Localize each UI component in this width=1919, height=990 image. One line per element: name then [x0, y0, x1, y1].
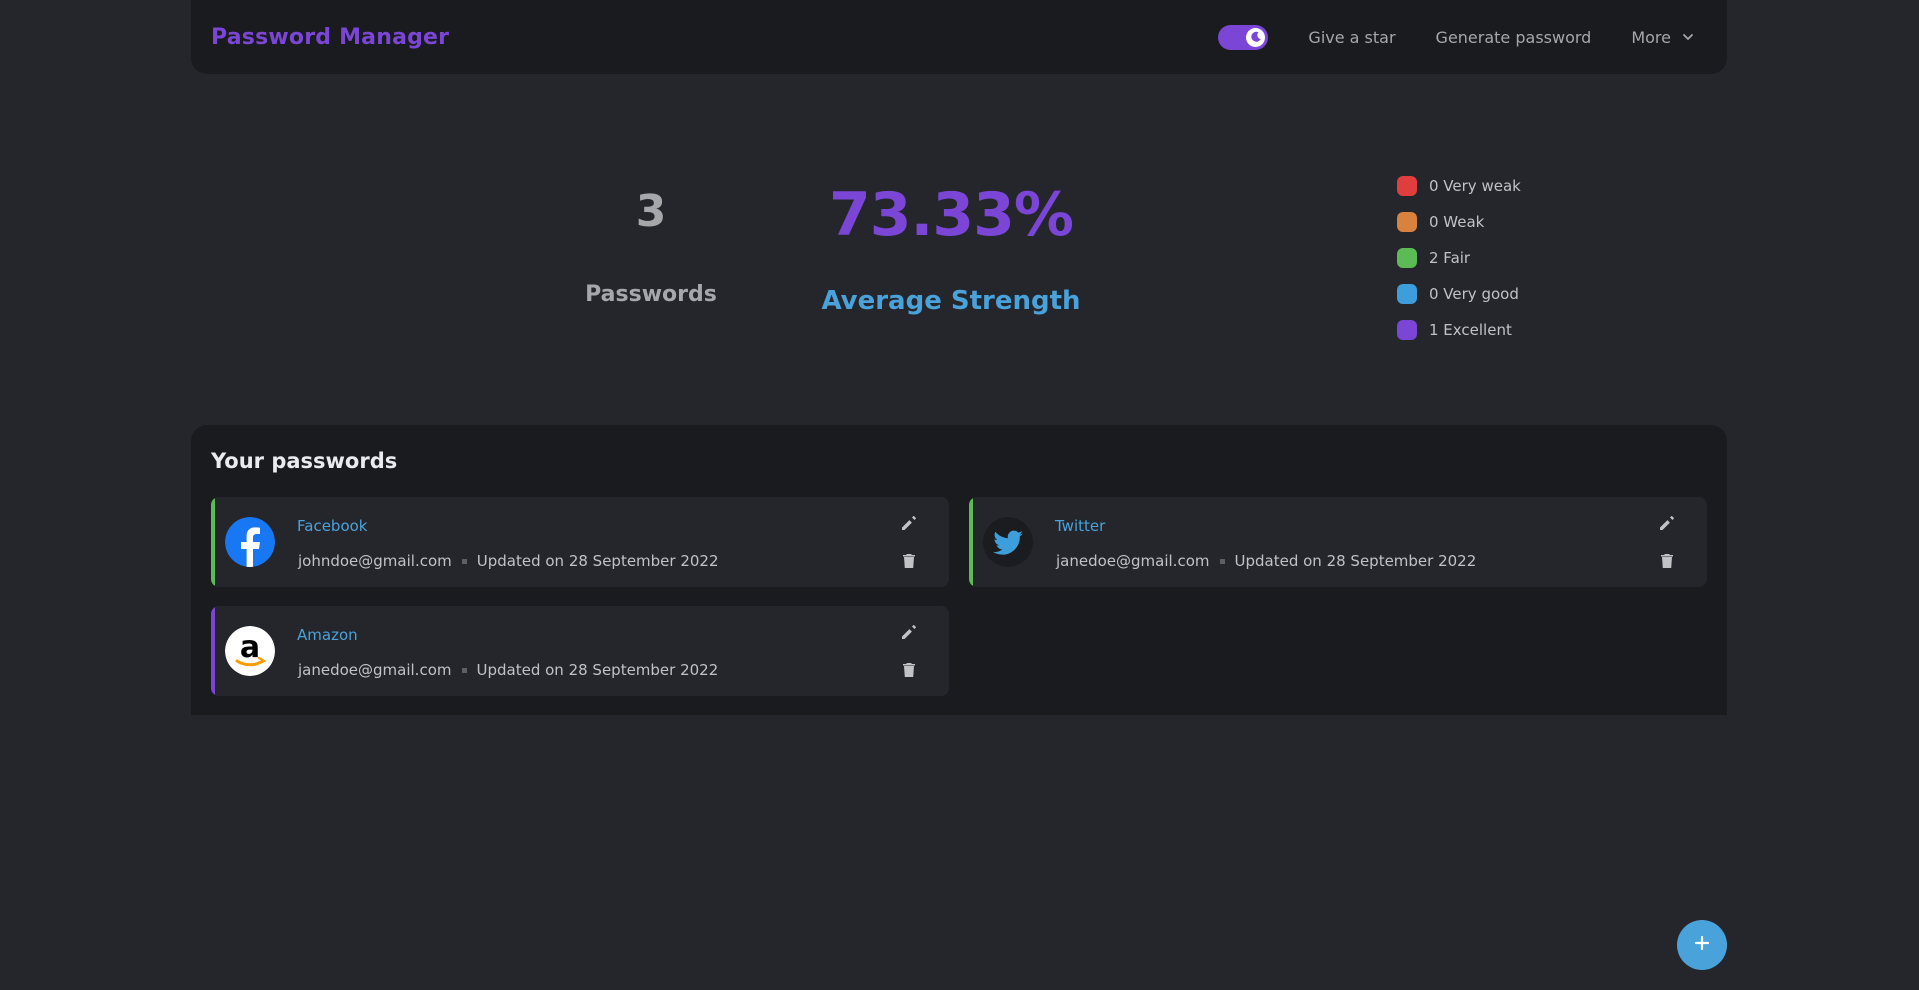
add-password-button[interactable]	[1677, 920, 1727, 970]
legend-item-very-good: 0 Very good	[1397, 276, 1521, 312]
legend-item-excellent: 1 Excellent	[1397, 312, 1521, 348]
average-strength-label: Average Strength	[821, 286, 1081, 316]
navbar: Password Manager Give a star Generate pa…	[191, 0, 1727, 74]
average-strength-value: 73.33%	[829, 180, 1074, 250]
facebook-logo-icon	[225, 517, 275, 567]
legend-label: 0 Very good	[1429, 285, 1519, 303]
passwords-title: Your passwords	[211, 449, 398, 473]
legend-label: 2 Fair	[1429, 249, 1471, 267]
entry-email: janedoe@gmail.com	[298, 661, 452, 679]
stats-section: 3 Passwords 73.33% Average Strength 0 Ve…	[191, 160, 1727, 340]
strength-bar	[211, 606, 215, 696]
edit-icon[interactable]	[899, 513, 919, 537]
password-card-facebook[interactable]: Facebook johndoe@gmail.com Updated on 28…	[211, 497, 949, 587]
separator	[461, 667, 467, 673]
entry-meta: janedoe@gmail.com Updated on 28 Septembe…	[1056, 552, 1476, 570]
svg-text:a: a	[240, 630, 260, 665]
edit-icon[interactable]	[899, 622, 919, 646]
passwords-panel: Your passwords Facebook johndoe@gmail.co…	[191, 425, 1727, 715]
twitter-logo-icon	[983, 517, 1033, 567]
entry-updated: Updated on 28 September 2022	[476, 552, 719, 570]
legend-label: 0 Very weak	[1429, 177, 1521, 195]
entry-email: johndoe@gmail.com	[298, 552, 452, 570]
legend-dot	[1397, 212, 1417, 232]
legend-item-weak: 0 Weak	[1397, 204, 1521, 240]
legend-item-very-weak: 0 Very weak	[1397, 168, 1521, 204]
password-count: 3	[635, 186, 667, 237]
delete-icon[interactable]	[899, 551, 919, 575]
separator	[1219, 558, 1225, 564]
moon-icon	[1246, 27, 1266, 47]
entry-meta: janedoe@gmail.com Updated on 28 Septembe…	[298, 661, 718, 679]
site-name[interactable]: Amazon	[297, 626, 358, 644]
legend-label: 1 Excellent	[1429, 321, 1512, 339]
amazon-logo-icon: a	[225, 626, 275, 676]
password-card-amazon[interactable]: a Amazon janedoe@gmail.com Updated on 28…	[211, 606, 949, 696]
entry-updated: Updated on 28 September 2022	[476, 661, 719, 679]
legend-dot	[1397, 320, 1417, 340]
delete-icon[interactable]	[899, 660, 919, 684]
plus-icon	[1693, 934, 1711, 956]
edit-icon[interactable]	[1657, 513, 1677, 537]
app-title[interactable]: Password Manager	[211, 25, 449, 50]
delete-icon[interactable]	[1657, 551, 1677, 575]
entry-email: janedoe@gmail.com	[1056, 552, 1210, 570]
entry-updated: Updated on 28 September 2022	[1234, 552, 1477, 570]
give-star-link[interactable]: Give a star	[1308, 28, 1395, 47]
site-name[interactable]: Twitter	[1055, 517, 1105, 535]
more-label: More	[1631, 27, 1671, 47]
legend-dot	[1397, 284, 1417, 304]
legend-dot	[1397, 176, 1417, 196]
chevron-down-icon	[1681, 30, 1695, 44]
more-menu[interactable]: More	[1631, 28, 1695, 47]
theme-toggle[interactable]	[1218, 24, 1269, 50]
separator	[461, 558, 467, 564]
site-name[interactable]: Facebook	[297, 517, 367, 535]
generate-password-link[interactable]: Generate password	[1436, 28, 1592, 47]
password-card-twitter[interactable]: Twitter janedoe@gmail.com Updated on 28 …	[969, 497, 1707, 587]
nav-actions: Give a star Generate password More	[1218, 0, 1707, 74]
strength-legend: 0 Very weak 0 Weak 2 Fair 0 Very good 1 …	[1397, 168, 1521, 348]
password-count-label: Passwords	[585, 282, 717, 307]
strength-bar	[969, 497, 973, 587]
legend-label: 0 Weak	[1429, 213, 1485, 231]
legend-item-fair: 2 Fair	[1397, 240, 1521, 276]
entry-meta: johndoe@gmail.com Updated on 28 Septembe…	[298, 552, 719, 570]
strength-bar	[211, 497, 215, 587]
legend-dot	[1397, 248, 1417, 268]
